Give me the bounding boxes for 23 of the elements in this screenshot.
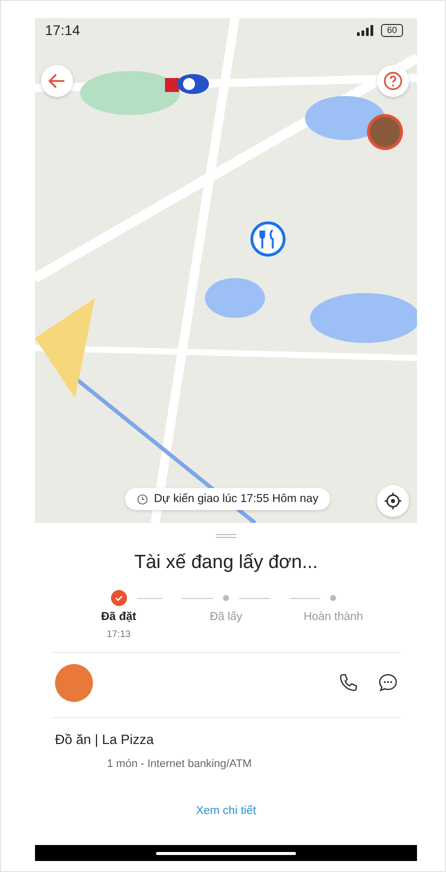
help-button[interactable] (377, 65, 409, 97)
step-label: Hoàn thành (304, 611, 364, 623)
order-title: Đồ ăn | La Pizza (55, 732, 155, 747)
clock-icon (137, 494, 148, 504)
step-time: 17:13 (106, 629, 131, 640)
drag-handle[interactable] (216, 534, 236, 538)
driver-photo-placeholder (367, 114, 403, 150)
locate-button[interactable] (377, 485, 409, 517)
help-icon (382, 70, 404, 92)
step-label: Đã đặt (101, 611, 136, 623)
crosshair-icon (383, 491, 403, 511)
view-details-link[interactable]: Xem chi tiết (196, 805, 256, 817)
signal-icon (356, 24, 375, 36)
eta-text: Dự kiến giao lúc 17:55 Hôm nay (154, 493, 318, 505)
driver-photo-placeholder (55, 664, 93, 702)
back-button[interactable] (41, 65, 73, 97)
restaurant-icon (249, 220, 287, 258)
status-time: 17:14 (45, 22, 80, 38)
step-label: Đã lấy (210, 611, 242, 623)
home-indicator[interactable] (156, 852, 296, 854)
battery-level: 60 (380, 24, 403, 36)
status-title: Tài xế đang lấy đơn... (133, 552, 319, 574)
order-summary: 1 món - Internet banking/ATM (107, 758, 253, 770)
